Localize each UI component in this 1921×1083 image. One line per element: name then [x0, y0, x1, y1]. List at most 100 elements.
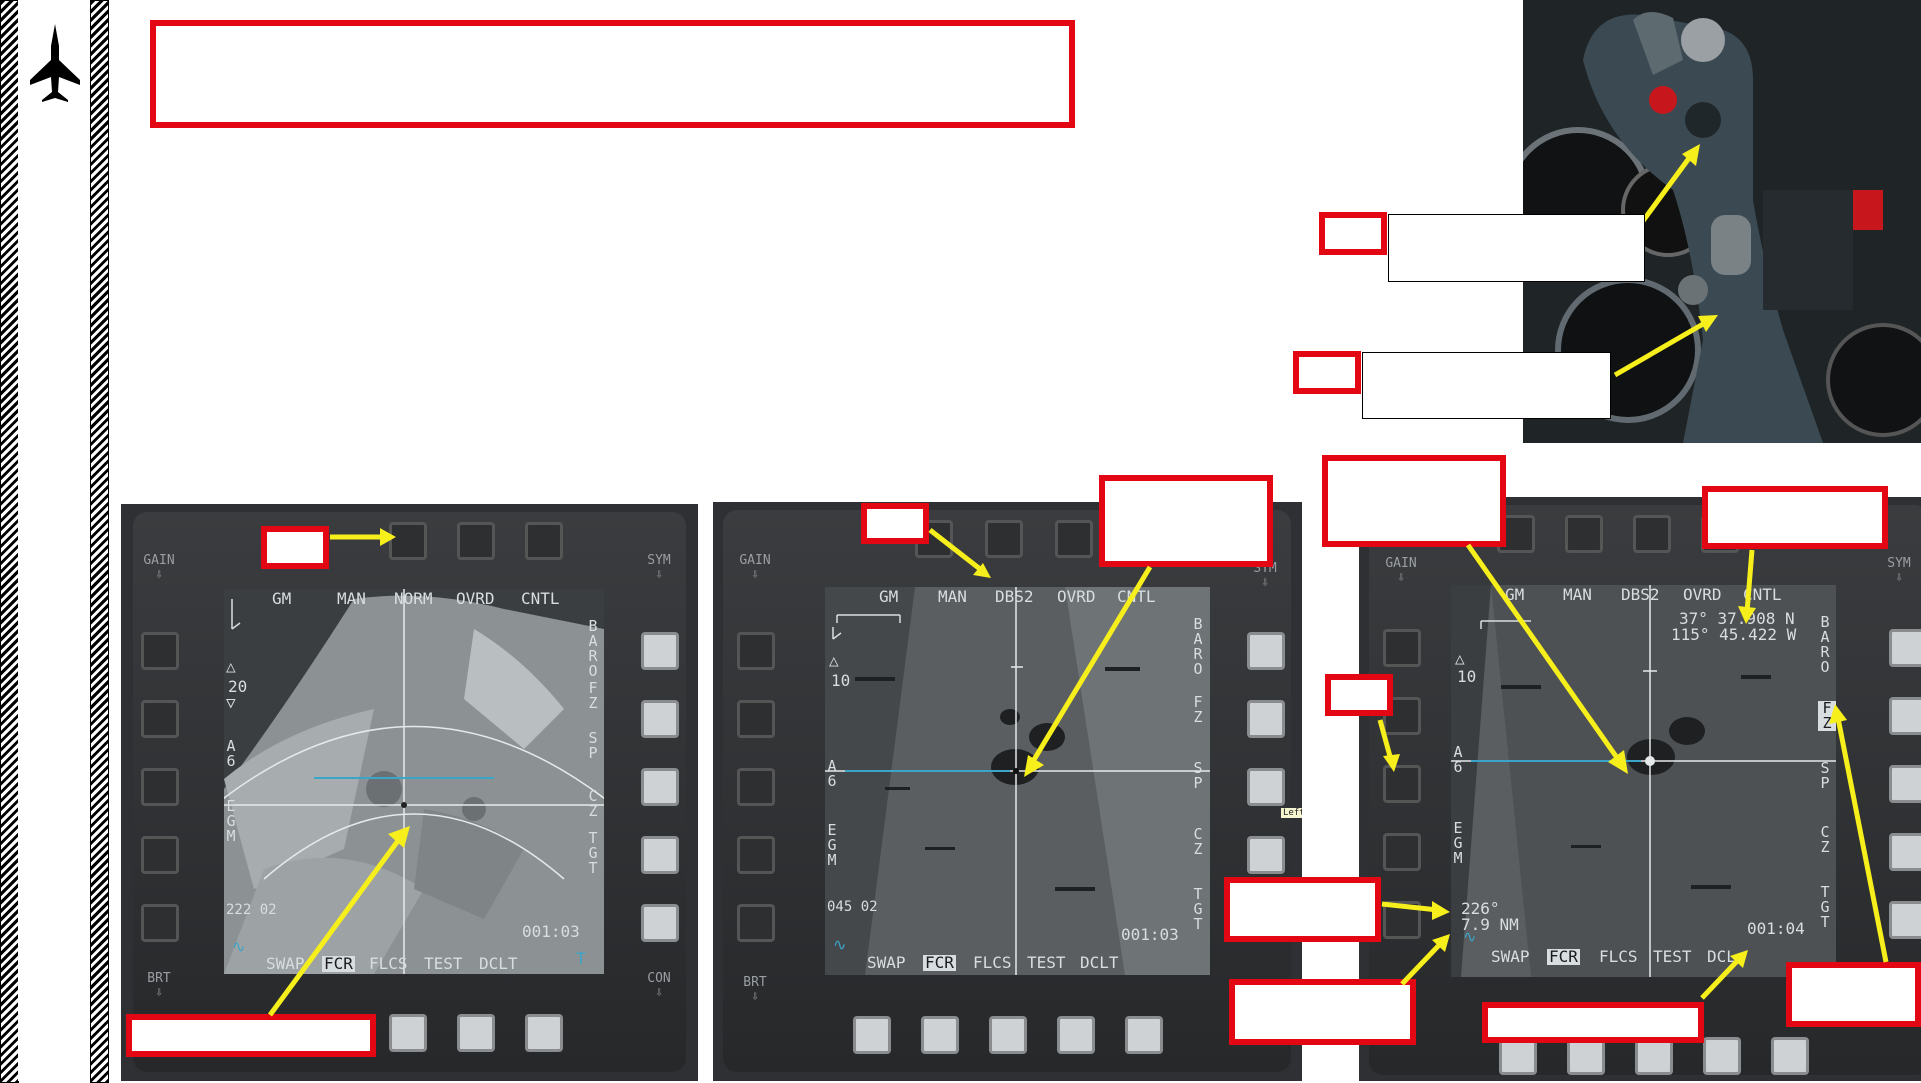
label-man: MAN — [938, 587, 967, 606]
label-fz: FZ — [588, 679, 598, 712]
label-egm: EGM — [226, 797, 236, 845]
label-test: TEST — [1653, 947, 1692, 966]
osb-bottom-5[interactable] — [1125, 1016, 1163, 1054]
label-flcs: FLCS — [1599, 947, 1638, 966]
osb-right-2[interactable] — [641, 700, 679, 738]
osb-left-2[interactable] — [737, 700, 775, 738]
time-readout: 001:04 — [1747, 919, 1805, 938]
osb-bottom-4[interactable] — [525, 1014, 563, 1052]
label-man: MAN — [337, 589, 366, 608]
airspeed-tape-icon: ∿ — [833, 935, 847, 954]
osb-right-1[interactable] — [1889, 629, 1921, 667]
arrow-bearing — [1381, 901, 1450, 920]
osb-bottom-1[interactable] — [853, 1016, 891, 1054]
label-baro: BARO — [588, 617, 598, 680]
label-tgt: TGT — [1193, 885, 1203, 933]
osb-right-1[interactable] — [1247, 632, 1285, 670]
osb-right-2[interactable] — [1247, 700, 1285, 738]
arrow-cursor-right — [1465, 543, 1628, 774]
osb-bottom-4[interactable] — [1057, 1016, 1095, 1054]
callout-photo-1-text — [1388, 214, 1645, 282]
osb-left-5[interactable] — [737, 904, 775, 942]
osb-top-3[interactable] — [457, 522, 495, 560]
brt-rocker[interactable]: BRT ⇩ — [735, 976, 775, 1004]
label-fcr: FCR — [1547, 947, 1580, 966]
label-test: TEST — [1027, 953, 1066, 972]
osb-bottom-4[interactable] — [1703, 1037, 1741, 1075]
osb-bottom-2[interactable] — [921, 1016, 959, 1054]
arrow-fz — [1829, 704, 1889, 963]
osb-right-1[interactable] — [641, 632, 679, 670]
osb-bottom-3[interactable] — [989, 1016, 1027, 1054]
label-sp: SP — [588, 729, 598, 762]
label-gm: GM — [879, 587, 899, 606]
osb-right-4[interactable] — [1247, 836, 1285, 874]
osb-left-3[interactable] — [737, 768, 775, 806]
label-baro: BARO — [1193, 615, 1203, 678]
gain-rocker[interactable]: GAIN ⇩ — [735, 554, 775, 582]
label-fcr: FCR — [923, 953, 956, 972]
osb-bottom-3[interactable] — [457, 1014, 495, 1052]
osb-right-3[interactable] — [1247, 768, 1285, 806]
osb-left-2[interactable] — [141, 700, 179, 738]
label-swap: SWAP — [1491, 947, 1530, 966]
callout-photo-1-tag — [1319, 212, 1387, 255]
label-flcs: FLCS — [973, 953, 1012, 972]
gain-rocker[interactable]: GAIN ⇩ — [139, 554, 179, 582]
callout-fz — [1786, 962, 1921, 1027]
arrow-coords — [1738, 549, 1756, 624]
osb-left-4[interactable] — [1383, 833, 1421, 871]
gain-rocker[interactable]: GAIN ⇩ — [1381, 557, 1421, 585]
osb-top-4[interactable] — [525, 522, 563, 560]
label-egm: EGM — [1453, 819, 1463, 867]
tgt-marker: T — [576, 949, 586, 968]
callout-osb-center-tag — [861, 503, 929, 544]
osb-right-3[interactable] — [641, 768, 679, 806]
mfd-center: GAIN⇩ SYM⇩ BRT⇩ Left GM MAN DBS2 OVRD — [713, 502, 1302, 1081]
osb-left-1[interactable] — [141, 632, 179, 670]
osb-left-5[interactable] — [141, 904, 179, 942]
label-norm: NORM — [394, 589, 433, 608]
arrow-osb — [330, 528, 396, 546]
label-dclt: DCLT — [479, 954, 518, 973]
sidebar-stripe-right — [90, 0, 109, 1083]
osb-left-3[interactable] — [141, 768, 179, 806]
callout-cursor-left — [126, 1014, 376, 1057]
arrow-distance — [1400, 934, 1450, 986]
label-cntl: CNTL — [521, 589, 560, 608]
osb-top-4[interactable] — [1055, 520, 1093, 558]
label-cz: CZ — [1193, 825, 1203, 858]
label-ovrd: OVRD — [1683, 585, 1722, 604]
osb-left-1[interactable] — [1383, 629, 1421, 667]
arrow-osb-right — [1377, 719, 1400, 772]
con-rocker[interactable]: CON ⇩ — [639, 972, 679, 1000]
time-readout: 001:03 — [522, 922, 580, 941]
osb-left-4[interactable] — [141, 836, 179, 874]
osb-right-4[interactable] — [641, 836, 679, 874]
osb-left-1[interactable] — [737, 632, 775, 670]
label-dclt: DCLT — [1080, 953, 1119, 972]
time-readout: 001:03 — [1121, 925, 1179, 944]
range-value: 10 — [831, 671, 851, 690]
range-up-arrow: △ — [829, 651, 839, 670]
label-a6: A 6 — [226, 737, 236, 770]
sym-rocker[interactable]: SYM ⇩ — [1879, 557, 1919, 585]
sym-rocker[interactable]: SYM ⇩ — [639, 554, 679, 582]
arrow-time — [1700, 950, 1748, 1000]
callout-cursor-right — [1322, 455, 1506, 547]
label-ovrd: OVRD — [456, 589, 495, 608]
label-test: TEST — [424, 954, 463, 973]
brt-rocker[interactable]: BRT ⇩ — [139, 972, 179, 1000]
label-sp: SP — [1193, 759, 1203, 792]
label-a6: A 6 — [827, 757, 837, 790]
bearing-readout: 045 02 — [827, 899, 878, 915]
osb-right-5[interactable] — [641, 904, 679, 942]
callout-osb-tag — [261, 526, 329, 569]
osb-bottom-5[interactable] — [1771, 1037, 1809, 1075]
osb-left-4[interactable] — [737, 836, 775, 874]
callout-photo-2-text — [1362, 352, 1611, 419]
callout-osb-right-tag — [1325, 674, 1393, 716]
label-baro: BARO — [1820, 613, 1830, 676]
arrow-osb-center — [928, 528, 991, 578]
airspeed-tape-icon: ∿ — [1463, 927, 1477, 946]
